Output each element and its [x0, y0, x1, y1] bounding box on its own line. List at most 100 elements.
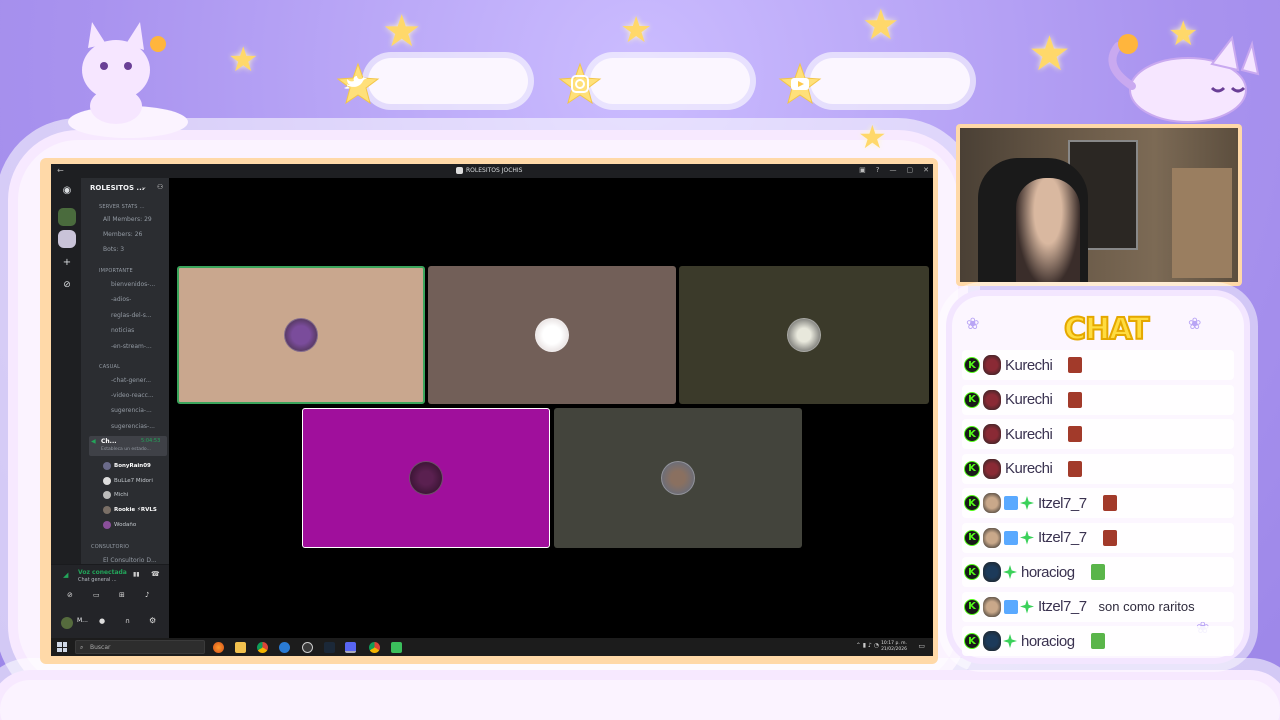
file-explorer-icon[interactable] [235, 642, 246, 653]
text-channel[interactable]: El Consultorio D... [103, 557, 177, 564]
chat-username[interactable]: Kurechi [1005, 391, 1053, 408]
voice-user[interactable]: Wodaño [103, 521, 136, 529]
server-name[interactable]: ROLESITOS ... [90, 184, 144, 192]
stat-channel[interactable]: All Members: 29 [103, 216, 177, 223]
category-consultorio[interactable]: CONSULTORIO [91, 544, 129, 550]
headphones-icon[interactable]: ∩ [125, 617, 130, 625]
close-button[interactable]: ✕ [923, 166, 929, 174]
chat-username[interactable]: Kurechi [1005, 460, 1053, 477]
twitter-cloud [368, 58, 528, 104]
text-channel[interactable]: -adios- [111, 296, 185, 303]
windows-start-icon[interactable] [57, 642, 67, 652]
taskbar-clock[interactable]: 10:17 p. m. 21/02/2026 [881, 641, 907, 653]
server-icon[interactable] [58, 208, 76, 226]
chat-username[interactable]: Kurechi [1005, 426, 1053, 443]
maximize-button[interactable]: ▢ [907, 166, 914, 174]
emote-icon [1068, 426, 1083, 442]
user-avatar[interactable] [983, 527, 1001, 548]
steam-icon[interactable] [324, 642, 335, 653]
user-avatar[interactable] [983, 562, 1001, 582]
category-importante[interactable]: IMPORTANTE [99, 268, 133, 274]
text-channel[interactable]: sugerencias-... [111, 423, 185, 430]
chrome-icon[interactable] [257, 642, 268, 653]
minimize-button[interactable]: — [890, 166, 897, 174]
chat-username[interactable]: horaciog [1021, 564, 1075, 581]
app-icon[interactable] [391, 642, 402, 653]
text-channel[interactable]: -chat-gener... [111, 377, 185, 384]
inbox-icon[interactable]: ▣ [859, 166, 866, 174]
chat-message: Khoraciog [962, 626, 1234, 656]
text-channel[interactable]: -video-reacc... [111, 392, 185, 399]
voice-user[interactable]: Michi [103, 491, 128, 499]
user-avatar[interactable] [983, 389, 1001, 410]
chat-username[interactable]: Itzel7_7 [1038, 598, 1087, 615]
soundboard-icon[interactable]: ♪ [145, 591, 149, 599]
user-avatar[interactable] [983, 355, 1001, 375]
discord-home-icon[interactable]: ◉ [58, 182, 76, 200]
system-tray-icons[interactable]: ⌃ ▮ ♪ ◔ [856, 642, 879, 649]
user-avatar[interactable] [983, 424, 1001, 444]
discord-icon[interactable] [345, 642, 356, 653]
add-server-icon[interactable]: + [58, 254, 76, 272]
webcam-feed [960, 128, 1238, 282]
active-voice-channel[interactable]: ◀ Ch... 5:04:53 Estableca un estado... [89, 436, 167, 456]
video-tile[interactable] [177, 266, 425, 404]
user-avatar[interactable] [61, 617, 73, 629]
chat-username[interactable]: Kurechi [1005, 357, 1053, 374]
webcam-frame [956, 124, 1242, 286]
text-channel[interactable]: sugerencia-... [111, 407, 185, 414]
chevron-down-icon[interactable]: ⌄ [141, 183, 147, 191]
ccleaner-icon[interactable] [279, 642, 290, 653]
user-avatar[interactable] [983, 596, 1001, 617]
settings-gear-icon[interactable]: ⚙ [149, 616, 156, 625]
participant-avatar [661, 461, 695, 495]
noise-suppression-icon[interactable]: ▮▮ [133, 571, 140, 578]
video-tile[interactable] [679, 266, 929, 404]
activities-icon[interactable]: ⊞ [119, 591, 125, 599]
voice-user-name: BuLLe7 Midori [114, 478, 153, 484]
taskbar-search-input[interactable]: ⌕ Buscar [75, 640, 205, 654]
user-avatar[interactable] [983, 493, 1001, 513]
chrome-profile-icon[interactable] [369, 642, 380, 653]
category-server-stats[interactable]: SERVER STATS ... [99, 204, 145, 210]
youtube-icon[interactable] [778, 62, 822, 106]
back-arrow-icon[interactable]: ← [57, 166, 64, 175]
instagram-icon[interactable] [558, 62, 602, 106]
user-avatar[interactable] [983, 631, 1001, 651]
discover-icon[interactable]: ⊘ [58, 276, 76, 294]
stat-channel[interactable]: Members: 26 [103, 231, 177, 238]
chat-username[interactable]: Itzel7_7 [1038, 495, 1087, 512]
text-channel[interactable]: bienvenidos-... [111, 281, 185, 288]
emote-icon [1090, 633, 1105, 649]
voice-user[interactable]: Rookie ⚡RVLS [103, 506, 157, 514]
text-channel[interactable]: -en-stream-... [111, 343, 185, 350]
voice-user[interactable]: BuLLe7 Midori [103, 477, 153, 485]
category-casual[interactable]: CASUAL [99, 364, 120, 370]
microphone-icon[interactable]: ● [99, 617, 105, 625]
disconnect-icon[interactable]: ☎ [151, 570, 160, 578]
stat-channel[interactable]: Bots: 3 [103, 246, 177, 253]
video-tile[interactable] [428, 266, 676, 404]
chat-username[interactable]: horaciog [1021, 633, 1075, 650]
screen-share-icon[interactable]: ▭ [93, 591, 100, 599]
server-icon-active[interactable] [58, 230, 76, 248]
help-icon[interactable]: ? [876, 166, 880, 174]
firefox-icon[interactable] [213, 642, 224, 653]
twitter-icon[interactable] [336, 62, 380, 106]
obs-icon[interactable] [302, 642, 313, 653]
emote-icon [1090, 564, 1105, 580]
notification-icon[interactable]: ▭ [918, 642, 925, 650]
chat-username[interactable]: Itzel7_7 [1038, 529, 1087, 546]
text-channel[interactable]: reglas-del-s... [111, 312, 185, 319]
voice-channel-label[interactable]: Chat general ... [78, 577, 117, 583]
voice-user[interactable]: BonyRain09 [103, 462, 151, 470]
video-tile[interactable] [302, 408, 550, 548]
user-avatar[interactable] [983, 458, 1001, 479]
video-tile[interactable] [554, 408, 802, 548]
text-channel[interactable]: noticias [111, 327, 185, 334]
window-controls: ▣ ? — ▢ ✕ [859, 166, 929, 174]
user-name[interactable]: M... [77, 617, 88, 624]
chat-message: K Itzel7_7 son como raritos [962, 591, 1234, 622]
invite-icon[interactable]: ⚇ [157, 183, 163, 191]
camera-off-icon[interactable]: ⊘ [67, 591, 73, 599]
